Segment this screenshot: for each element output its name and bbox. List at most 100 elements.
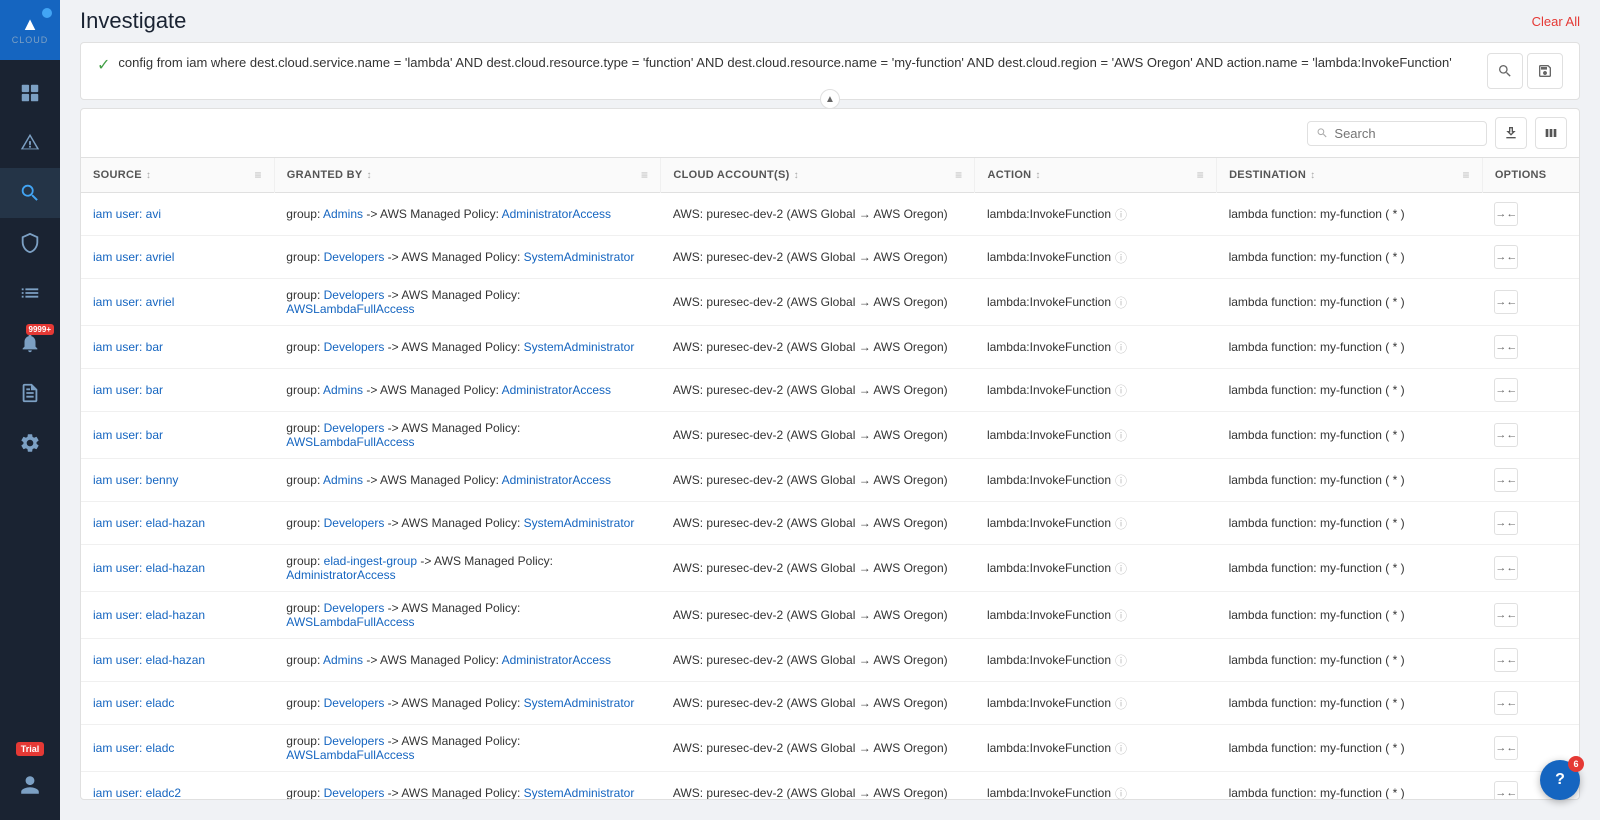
group-link[interactable]: Admins xyxy=(323,207,363,221)
source-link[interactable]: iam user: eladc xyxy=(93,741,174,755)
info-icon[interactable]: ⓘ xyxy=(1115,382,1127,399)
row-action-btn-1[interactable]: →← xyxy=(1494,468,1518,492)
policy-link[interactable]: AdministratorAccess xyxy=(502,383,611,397)
info-icon[interactable]: ⓘ xyxy=(1115,695,1127,712)
policy-link[interactable]: SystemAdministrator xyxy=(524,516,635,530)
clear-all-button[interactable]: Clear All xyxy=(1532,14,1580,29)
info-icon[interactable]: ⓘ xyxy=(1115,740,1127,757)
help-button[interactable]: 6 ? xyxy=(1540,760,1580,800)
query-search-button[interactable] xyxy=(1487,53,1523,89)
info-icon[interactable]: ⓘ xyxy=(1115,652,1127,669)
group-link[interactable]: Developers xyxy=(324,734,385,748)
col-source[interactable]: SOURCE ↕ ≡ xyxy=(81,158,274,193)
col-action-menu[interactable]: ≡ xyxy=(1197,168,1204,182)
col-cloud-accounts[interactable]: CLOUD ACCOUNT(S) ↕ ≡ xyxy=(661,158,975,193)
source-link[interactable]: iam user: bar xyxy=(93,428,163,442)
row-action-btn-1[interactable]: →← xyxy=(1494,691,1518,715)
info-icon[interactable]: ⓘ xyxy=(1115,560,1127,577)
col-cloud-menu[interactable]: ≡ xyxy=(955,168,962,182)
source-link[interactable]: iam user: bar xyxy=(93,340,163,354)
source-link[interactable]: iam user: eladc xyxy=(93,696,174,710)
col-action[interactable]: ACTION ↕ ≡ xyxy=(975,158,1217,193)
row-action-btn-1[interactable]: →← xyxy=(1494,781,1518,799)
group-link[interactable]: Developers xyxy=(324,340,385,354)
row-action-btn-1[interactable]: →← xyxy=(1494,556,1518,580)
trial-badge[interactable]: Trial xyxy=(16,742,45,756)
row-action-btn-1[interactable]: →← xyxy=(1494,511,1518,535)
policy-link[interactable]: AdministratorAccess xyxy=(502,653,611,667)
search-input[interactable] xyxy=(1334,126,1478,141)
policy-link[interactable]: SystemAdministrator xyxy=(524,786,635,799)
policy-link[interactable]: AWSLambdaFullAccess xyxy=(286,615,414,629)
info-icon[interactable]: ⓘ xyxy=(1115,607,1127,624)
row-action-btn-1[interactable]: →← xyxy=(1494,202,1518,226)
group-link[interactable]: Developers xyxy=(324,250,385,264)
info-icon[interactable]: ⓘ xyxy=(1115,515,1127,532)
source-link[interactable]: iam user: elad-hazan xyxy=(93,561,205,575)
group-link[interactable]: elad-ingest-group xyxy=(324,554,417,568)
policy-link[interactable]: SystemAdministrator xyxy=(524,250,635,264)
row-action-btn-1[interactable]: →← xyxy=(1494,603,1518,627)
group-link[interactable]: Developers xyxy=(324,786,385,799)
row-action-btn-1[interactable]: →← xyxy=(1494,648,1518,672)
table-search-box[interactable] xyxy=(1307,121,1487,146)
col-source-menu[interactable]: ≡ xyxy=(254,168,261,182)
source-link[interactable]: iam user: avi xyxy=(93,207,161,221)
col-granted-menu[interactable]: ≡ xyxy=(641,168,648,182)
policy-link[interactable]: SystemAdministrator xyxy=(524,340,635,354)
sidebar-item-reports[interactable] xyxy=(0,268,60,318)
source-link[interactable]: iam user: bar xyxy=(93,383,163,397)
group-link[interactable]: Developers xyxy=(324,696,385,710)
sidebar-item-settings[interactable] xyxy=(0,418,60,468)
source-link[interactable]: iam user: elad-hazan xyxy=(93,608,205,622)
sidebar-item-dashboard[interactable] xyxy=(0,68,60,118)
group-link[interactable]: Developers xyxy=(324,516,385,530)
policy-link[interactable]: SystemAdministrator xyxy=(524,696,635,710)
query-collapse-button[interactable]: ▲ xyxy=(820,89,840,109)
row-action-btn-1[interactable]: →← xyxy=(1494,378,1518,402)
policy-link[interactable]: AWSLambdaFullAccess xyxy=(286,748,414,762)
policy-link[interactable]: AdministratorAccess xyxy=(286,568,395,582)
row-action-btn-1[interactable]: →← xyxy=(1494,245,1518,269)
source-link[interactable]: iam user: eladc2 xyxy=(93,786,181,799)
sidebar-item-user[interactable] xyxy=(0,760,60,810)
row-action-btn-1[interactable]: →← xyxy=(1494,423,1518,447)
row-action-btn-1[interactable]: →← xyxy=(1494,335,1518,359)
sidebar-item-compliance[interactable] xyxy=(0,218,60,268)
query-save-button[interactable] xyxy=(1527,53,1563,89)
group-link[interactable]: Admins xyxy=(323,473,363,487)
group-link[interactable]: Developers xyxy=(324,601,385,615)
info-icon[interactable]: ⓘ xyxy=(1115,339,1127,356)
info-icon[interactable]: ⓘ xyxy=(1115,472,1127,489)
col-destination[interactable]: DESTINATION ↕ ≡ xyxy=(1217,158,1483,193)
source-link[interactable]: iam user: avriel xyxy=(93,295,174,309)
columns-button[interactable] xyxy=(1535,117,1567,149)
info-icon[interactable]: ⓘ xyxy=(1115,785,1127,800)
policy-link[interactable]: AWSLambdaFullAccess xyxy=(286,302,414,316)
group-link[interactable]: Developers xyxy=(324,288,385,302)
info-icon[interactable]: ⓘ xyxy=(1115,249,1127,266)
source-link[interactable]: iam user: benny xyxy=(93,473,178,487)
source-link[interactable]: iam user: elad-hazan xyxy=(93,516,205,530)
row-action-btn-1[interactable]: →← xyxy=(1494,736,1518,760)
policy-link[interactable]: AdministratorAccess xyxy=(502,473,611,487)
sidebar-item-audit[interactable] xyxy=(0,368,60,418)
col-granted-by[interactable]: GRANTED BY ↕ ≡ xyxy=(274,158,661,193)
row-action-btn-1[interactable]: →← xyxy=(1494,290,1518,314)
source-link[interactable]: iam user: avriel xyxy=(93,250,174,264)
sidebar-item-notifications[interactable]: 9999+ xyxy=(0,318,60,368)
source-link[interactable]: iam user: elad-hazan xyxy=(93,653,205,667)
download-button[interactable] xyxy=(1495,117,1527,149)
info-icon[interactable]: ⓘ xyxy=(1115,206,1127,223)
policy-link[interactable]: AdministratorAccess xyxy=(502,207,611,221)
group-link[interactable]: Developers xyxy=(324,421,385,435)
group-link[interactable]: Admins xyxy=(323,383,363,397)
info-icon[interactable]: ⓘ xyxy=(1115,294,1127,311)
info-icon[interactable]: ⓘ xyxy=(1115,427,1127,444)
col-dest-menu[interactable]: ≡ xyxy=(1463,168,1470,182)
sidebar-item-investigate[interactable] xyxy=(0,168,60,218)
sidebar-item-alerts[interactable] xyxy=(0,118,60,168)
group-link[interactable]: Admins xyxy=(323,653,363,667)
sidebar-logo[interactable]: ▲ CLOUD xyxy=(0,0,60,60)
policy-link[interactable]: AWSLambdaFullAccess xyxy=(286,435,414,449)
